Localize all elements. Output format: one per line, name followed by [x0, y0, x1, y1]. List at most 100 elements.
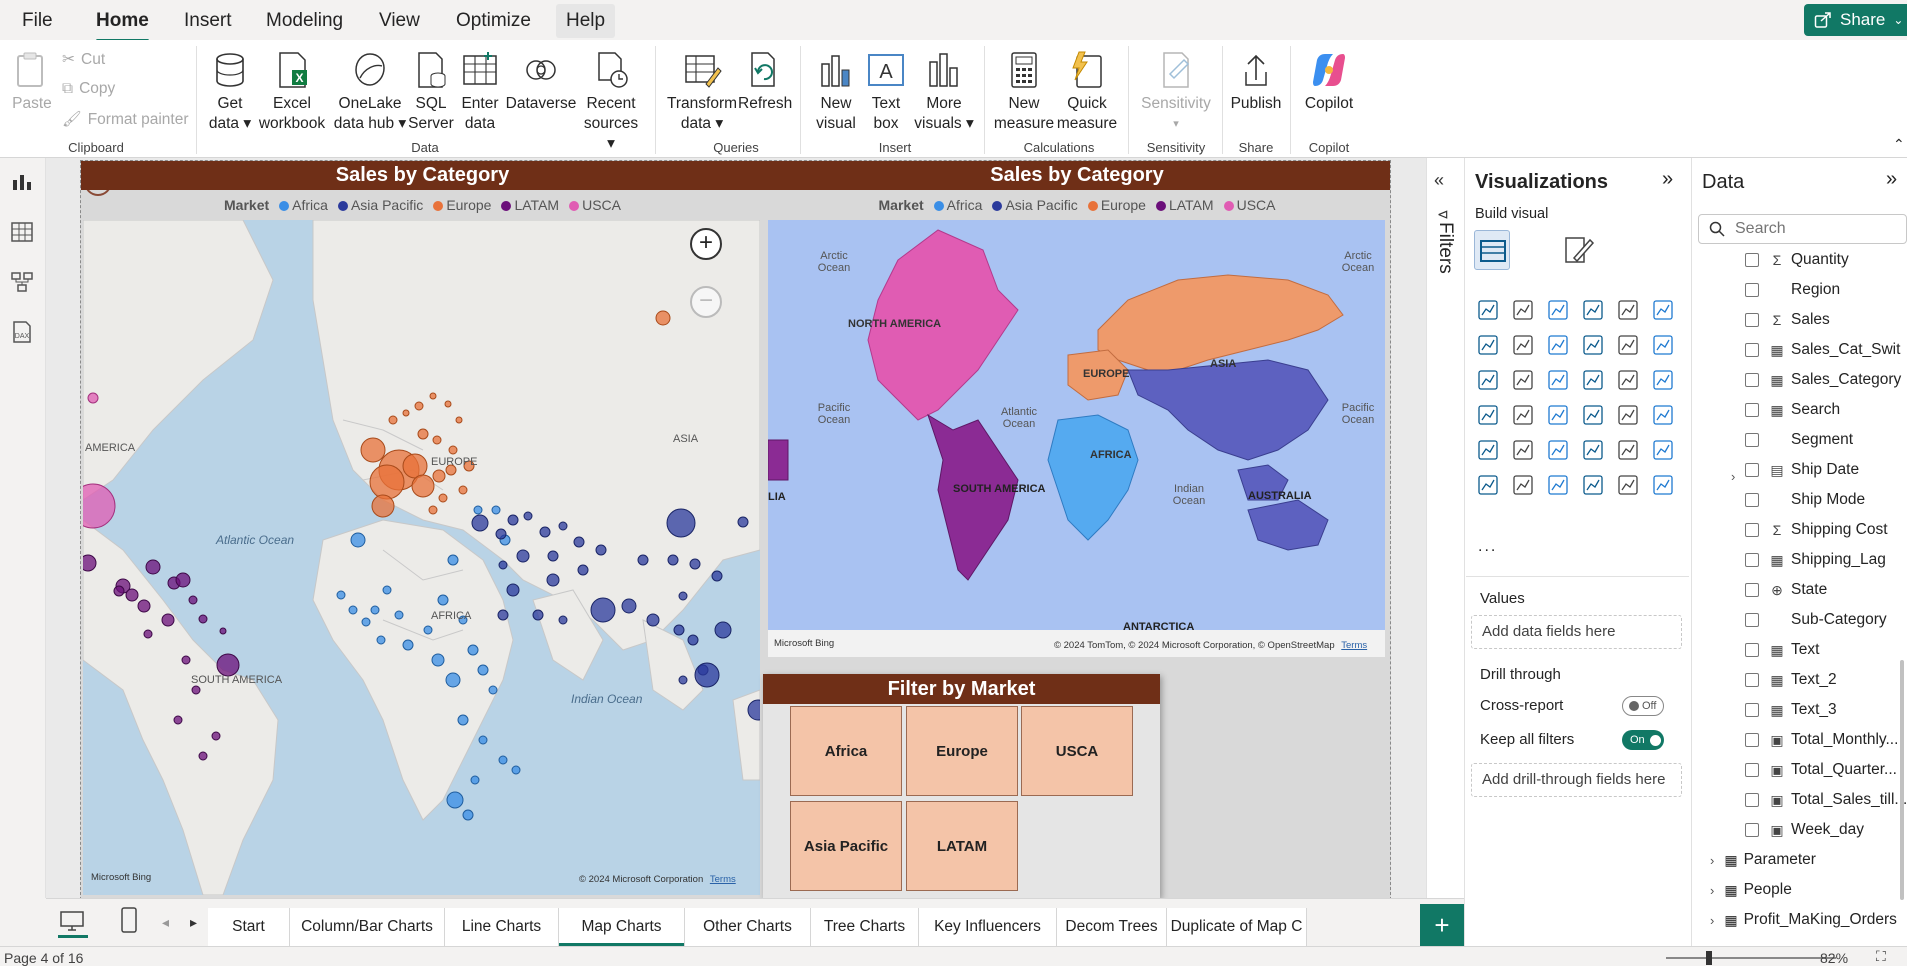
- visual-line-icon[interactable]: [1476, 333, 1500, 357]
- field-checkbox[interactable]: [1745, 583, 1759, 597]
- visual-r-visual-icon[interactable]: [1581, 438, 1605, 462]
- right-filled-map[interactable]: NORTH AMERICA EUROPE ASIA AFRICA SOUTH A…: [768, 220, 1385, 657]
- collapse-data-icon[interactable]: »: [1886, 168, 1897, 191]
- more-visuals-button[interactable]: More visuals ▾: [912, 50, 976, 134]
- data-field-item[interactable]: ▦ Sales_Category: [1745, 368, 1907, 392]
- sensitivity-button[interactable]: Sensitivity ▾: [1136, 50, 1216, 134]
- expand-filters-icon[interactable]: «: [1434, 170, 1444, 191]
- page-tab[interactable]: Tree Charts: [811, 908, 919, 946]
- legend-item-europe[interactable]: Europe: [433, 197, 491, 213]
- menu-modeling[interactable]: Modeling: [258, 8, 351, 34]
- visual-clustered-bar-icon[interactable]: [1546, 298, 1570, 322]
- visual-funnel-icon[interactable]: [1476, 368, 1500, 392]
- visual-gauge-icon[interactable]: [1546, 403, 1570, 427]
- field-checkbox[interactable]: [1745, 823, 1759, 837]
- data-field-item[interactable]: ▣ Total_Quarter...: [1745, 758, 1907, 782]
- visual-ribbon-icon[interactable]: [1616, 333, 1640, 357]
- data-field-item[interactable]: Σ Quantity: [1745, 248, 1907, 272]
- dax-query-view-icon[interactable]: DAX: [10, 320, 34, 344]
- page-tab[interactable]: Start: [208, 908, 290, 946]
- copilot-button[interactable]: Copilot: [1300, 50, 1358, 114]
- visual-key-influencers-icon[interactable]: [1651, 438, 1675, 462]
- fit-to-page-icon[interactable]: ⛶: [1876, 948, 1886, 965]
- field-checkbox[interactable]: [1745, 313, 1759, 327]
- filter-tile-usca[interactable]: USCA: [1021, 706, 1133, 796]
- copy-button[interactable]: ⧉ Copy: [62, 80, 115, 98]
- visual-card-icon[interactable]: [1581, 403, 1605, 427]
- page-tab[interactable]: Column/Bar Charts: [290, 908, 445, 946]
- format-painter-button[interactable]: 🖌 Format painter: [62, 110, 188, 129]
- drill-through-well[interactable]: Add drill-through fields here: [1471, 763, 1682, 797]
- field-checkbox[interactable]: [1745, 673, 1759, 687]
- visual-kpi-icon[interactable]: [1651, 403, 1675, 427]
- add-page-button[interactable]: +: [1420, 904, 1464, 946]
- data-field-item[interactable]: Segment: [1745, 428, 1907, 452]
- field-checkbox[interactable]: [1745, 643, 1759, 657]
- filters-label[interactable]: Filters: [1434, 222, 1456, 274]
- data-table-item[interactable]: › ▦ People: [1710, 878, 1792, 902]
- visual-multi-row-card-icon[interactable]: [1616, 403, 1640, 427]
- field-checkbox[interactable]: [1745, 463, 1759, 477]
- visual-stacked-area-icon[interactable]: [1546, 333, 1570, 357]
- data-field-item[interactable]: ▤ Ship Date: [1745, 458, 1907, 482]
- visual-power-apps-icon[interactable]: [1651, 473, 1675, 497]
- field-checkbox[interactable]: [1745, 553, 1759, 567]
- menu-file[interactable]: File: [14, 8, 61, 34]
- filter-tile-latam[interactable]: LATAM: [906, 801, 1018, 891]
- zoom-in-button[interactable]: +: [690, 228, 722, 260]
- visual-table-icon[interactable]: [1511, 438, 1535, 462]
- cross-report-toggle[interactable]: Off: [1622, 696, 1664, 716]
- visual-treemap-icon[interactable]: [1616, 368, 1640, 392]
- visual-waterfall-icon[interactable]: [1651, 333, 1675, 357]
- data-pane-scrollbar[interactable]: [1900, 660, 1904, 900]
- visual-stacked-column-icon[interactable]: [1511, 298, 1535, 322]
- visual-qa-icon[interactable]: [1511, 473, 1535, 497]
- visual-pie-icon[interactable]: [1546, 368, 1570, 392]
- visual-decomposition-tree-icon[interactable]: [1476, 473, 1500, 497]
- visual-scatter-icon[interactable]: [1511, 368, 1535, 392]
- data-field-item[interactable]: ▦ Text_2: [1745, 668, 1907, 692]
- data-search-box[interactable]: [1698, 214, 1907, 244]
- new-visual-button[interactable]: New visual: [812, 50, 860, 134]
- sql-server-button[interactable]: SQL Server: [408, 50, 454, 134]
- model-view-icon[interactable]: [10, 270, 34, 294]
- menu-home[interactable]: Home: [88, 8, 157, 42]
- filters-pane-collapsed[interactable]: [1426, 158, 1464, 946]
- menu-optimize[interactable]: Optimize: [448, 8, 539, 34]
- chevron-right-icon[interactable]: ›: [1710, 883, 1714, 898]
- data-field-item[interactable]: ▦ Search: [1745, 398, 1907, 422]
- more-visuals-ellipsis[interactable]: ...: [1478, 538, 1497, 556]
- data-field-item[interactable]: ▦ Shipping_Lag: [1745, 548, 1907, 572]
- data-field-item[interactable]: Sub-Category: [1745, 608, 1907, 632]
- visual-area-icon[interactable]: [1511, 333, 1535, 357]
- visual-stacked-bar-icon[interactable]: [1476, 298, 1500, 322]
- filter-tile-asia-pacific[interactable]: Asia Pacific: [790, 801, 902, 891]
- format-visual-tab[interactable]: [1560, 232, 1596, 268]
- dataverse-button[interactable]: Dataverse: [504, 50, 578, 114]
- data-field-item[interactable]: Ship Mode: [1745, 488, 1907, 512]
- visual-metrics-icon[interactable]: [1616, 473, 1640, 497]
- visual-map-icon[interactable]: [1651, 368, 1675, 392]
- field-checkbox[interactable]: [1745, 733, 1759, 747]
- legend-item-asia-pacific[interactable]: Asia Pacific: [992, 197, 1078, 213]
- data-field-item[interactable]: ▣ Week_day: [1745, 818, 1907, 842]
- field-checkbox[interactable]: [1745, 763, 1759, 777]
- field-checkbox[interactable]: [1745, 433, 1759, 447]
- page-tab[interactable]: Duplicate of Map C: [1167, 908, 1307, 946]
- publish-button[interactable]: Publish: [1228, 50, 1284, 114]
- report-view-icon[interactable]: [10, 170, 34, 194]
- zoom-slider[interactable]: [1666, 957, 1836, 959]
- legend-item-europe[interactable]: Europe: [1087, 197, 1146, 213]
- quick-measure-button[interactable]: Quick measure: [1054, 50, 1120, 134]
- legend-item-africa[interactable]: Africa: [279, 197, 328, 213]
- field-checkbox[interactable]: [1745, 703, 1759, 717]
- visual-slicer-icon[interactable]: [1476, 438, 1500, 462]
- field-checkbox[interactable]: [1745, 283, 1759, 297]
- field-checkbox[interactable]: [1745, 613, 1759, 627]
- chevron-right-icon[interactable]: ›: [1731, 469, 1735, 484]
- page-tab[interactable]: Decom Trees: [1057, 908, 1167, 946]
- scroll-tabs-left-icon[interactable]: ◂: [162, 914, 169, 931]
- visual-python-icon[interactable]: [1616, 438, 1640, 462]
- field-checkbox[interactable]: [1745, 253, 1759, 267]
- data-field-item[interactable]: ▦ Sales_Cat_Swit: [1745, 338, 1907, 362]
